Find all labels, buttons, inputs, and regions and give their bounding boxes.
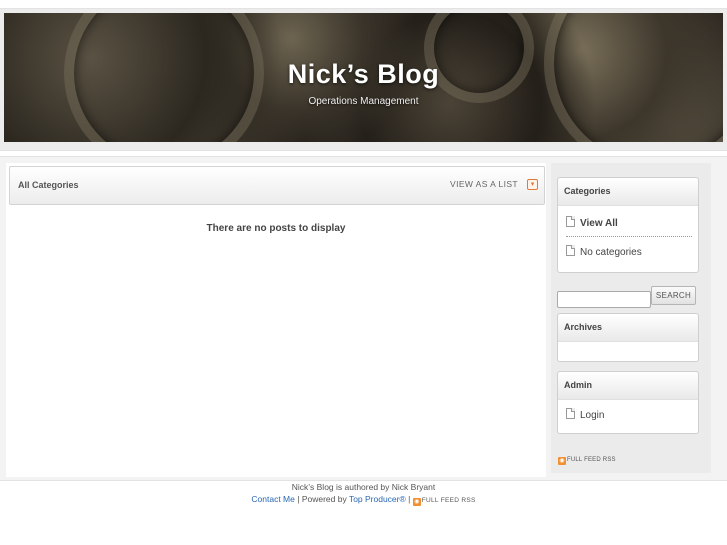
footer-authored: Nick’s Blog is authored by Nick Bryant [291, 482, 436, 492]
content-area: All Categories VIEW AS A LIST ▾ There ar… [6, 163, 546, 477]
sidebar-rss-label: FULL FEED RSS [567, 457, 616, 463]
contact-me-link[interactable]: Contact Me [251, 494, 294, 504]
main-container: All Categories VIEW AS A LIST ▾ There ar… [0, 156, 727, 481]
document-icon [566, 216, 575, 227]
blog-title[interactable]: Nick’s Blog [4, 59, 723, 90]
archives-heading: Archives [558, 314, 698, 342]
no-categories-item: No categories [566, 245, 642, 258]
blog-subtitle: Operations Management [308, 96, 419, 107]
powered-by-text: Powered by [301, 494, 347, 504]
empty-message: There are no posts to display [206, 223, 346, 234]
sidebar-rss-link[interactable]: ◉ FULL FEED RSS [558, 457, 616, 465]
categories-widget: Categories View All No categories [557, 177, 699, 273]
admin-widget: Admin Login [557, 371, 699, 434]
login-label: Login [580, 410, 605, 421]
view-as-list-link[interactable]: VIEW AS A LIST [450, 179, 518, 189]
search-button[interactable]: SEARCH [651, 286, 696, 305]
header-banner: Nick’s Blog Operations Management [4, 13, 723, 142]
footer-separator: | [297, 494, 300, 504]
top-producer-link[interactable]: Top Producer® [349, 494, 406, 504]
footer-rss-label: FULL FEED RSS [421, 497, 476, 504]
view-all-label: View All [580, 218, 618, 229]
divider [566, 236, 692, 237]
footer-rss-link[interactable]: ◉ FULL FEED RSS [412, 494, 476, 506]
login-link[interactable]: Login [566, 408, 604, 421]
header-banner-frame: Nick’s Blog Operations Management [0, 8, 727, 151]
document-icon [566, 245, 575, 256]
chevron-down-icon[interactable]: ▾ [527, 179, 538, 190]
view-all-link[interactable]: View All [566, 216, 618, 229]
admin-heading: Admin [558, 372, 698, 400]
no-categories-label: No categories [580, 247, 642, 258]
archives-widget: Archives [557, 313, 699, 362]
rss-icon: ◉ [558, 457, 566, 465]
category-label: All Categories [18, 180, 79, 190]
category-bar: All Categories VIEW AS A LIST ▾ [9, 166, 545, 205]
document-icon [566, 408, 575, 419]
footer-separator: | [408, 494, 411, 504]
rss-icon: ◉ [412, 498, 421, 506]
footer-links: Contact Me | Powered by Top Producer® | … [0, 494, 727, 506]
search-input[interactable] [557, 291, 651, 308]
sidebar: Categories View All No categories SEARCH… [551, 163, 711, 473]
categories-heading: Categories [558, 178, 698, 206]
